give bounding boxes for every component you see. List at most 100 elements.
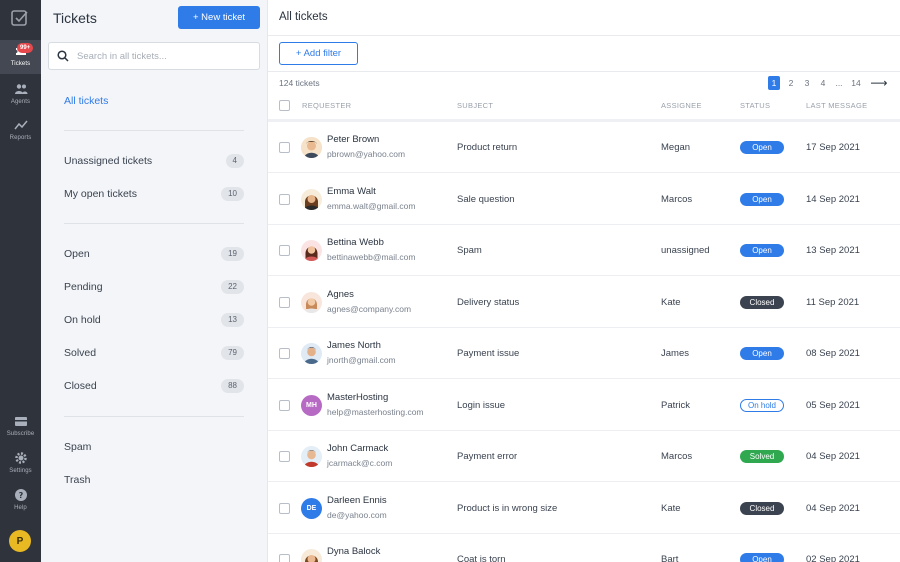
requester-email: help@masterhosting.com	[327, 407, 424, 417]
rail-item-label: Tickets	[10, 61, 31, 67]
rail-item-reports[interactable]: Reports	[0, 114, 41, 148]
search-input[interactable]	[77, 50, 247, 62]
next-page-arrow-icon[interactable]: ⟶	[869, 76, 889, 90]
last-message-date: 04 Sep 2021	[806, 503, 860, 514]
sidebar-divider	[64, 223, 244, 224]
requester-avatar	[301, 549, 322, 562]
ticket-subject: Spam	[457, 245, 482, 256]
column-header-requester[interactable]: REQUESTER	[302, 101, 351, 110]
column-header-last-message[interactable]: LAST MESSAGE	[806, 101, 867, 110]
row-checkbox[interactable]	[279, 554, 290, 562]
requester-email: jcarmack@c.com	[327, 458, 393, 468]
row-checkbox[interactable]	[279, 451, 290, 462]
column-header-assignee[interactable]: ASSIGNEE	[661, 101, 702, 110]
sidebar-item-closed[interactable]: Closed 88	[64, 377, 244, 395]
rail-item-label: Help	[14, 505, 27, 511]
table-row[interactable]: John Carmack jcarmack@c.com Payment erro…	[268, 431, 900, 482]
row-checkbox[interactable]	[279, 245, 290, 256]
sidebar-item-label: My open tickets	[64, 188, 137, 200]
table-row[interactable]: Bettina Webb bettinawebb@mail.com Spam u…	[268, 225, 900, 276]
count-badge: 13	[221, 313, 244, 327]
search-box[interactable]	[48, 42, 260, 70]
status-badge: Closed	[740, 296, 784, 309]
sidebar-item-spam[interactable]: Spam	[64, 438, 244, 456]
rail-item-agents[interactable]: Agents	[0, 78, 41, 112]
count-badge: 88	[221, 379, 244, 393]
table-row[interactable]: Emma Walt emma.walt@gmail.com Sale quest…	[268, 174, 900, 225]
sidebar-item-on-hold[interactable]: On hold 13	[64, 311, 244, 329]
row-checkbox[interactable]	[279, 348, 290, 359]
requester-name: Bettina Webb	[327, 237, 384, 248]
requester-email: de@yahoo.com	[327, 510, 387, 520]
rail-item-subscribe[interactable]: Subscribe	[0, 410, 41, 444]
sidebar-item-open[interactable]: Open 19	[64, 245, 244, 263]
new-ticket-button[interactable]: + New ticket	[178, 6, 260, 29]
ticket-count: 124 tickets	[279, 78, 320, 88]
requester-name: Emma Walt	[327, 186, 376, 197]
rail-item-label: Reports	[9, 135, 32, 141]
ticket-assignee: James	[661, 348, 689, 359]
table-row[interactable]: Agnes agnes@company.com Delivery status …	[268, 277, 900, 328]
svg-text:?: ?	[18, 491, 23, 500]
ticket-assignee: Marcos	[661, 194, 693, 205]
ticket-subject: Delivery status	[457, 297, 520, 308]
sidebar-item-pending[interactable]: Pending 22	[64, 278, 244, 296]
table-row[interactable]: DE Darleen Ennis de@yahoo.com Product is…	[268, 483, 900, 534]
page-14-button[interactable]: 14	[848, 76, 864, 90]
row-checkbox[interactable]	[279, 400, 290, 411]
page-3-button[interactable]: 3	[801, 76, 813, 90]
toolbar-divider	[268, 71, 900, 72]
sidebar-item-all-tickets[interactable]: All tickets	[64, 92, 244, 110]
sidebar-item-solved[interactable]: Solved 79	[64, 344, 244, 362]
rail-item-tickets[interactable]: Tickets 99+	[0, 40, 41, 74]
table-row[interactable]: Peter Brown pbrown@yahoo.com Product ret…	[268, 122, 900, 173]
requester-avatar	[301, 343, 322, 364]
page-1-button[interactable]: 1	[768, 76, 780, 90]
rail-item-label: Agents	[10, 99, 31, 105]
ticket-subject: Product return	[457, 142, 518, 153]
sidebar-item-label: Closed	[64, 380, 97, 392]
count-badge: 19	[221, 247, 244, 261]
requester-email: emma.walt@gmail.com	[327, 201, 416, 211]
ticket-subject: Coat is torn	[457, 554, 506, 562]
app-logo-icon[interactable]	[10, 8, 30, 28]
table-row[interactable]: James North jnorth@gmail.com Payment iss…	[268, 328, 900, 379]
ticket-subject: Payment error	[457, 451, 518, 462]
select-all-checkbox[interactable]	[279, 100, 290, 111]
sidebar-item-trash[interactable]: Trash	[64, 471, 244, 489]
page-4-button[interactable]: 4	[817, 76, 829, 90]
column-header-status[interactable]: STATUS	[740, 101, 770, 110]
requester-name: Peter Brown	[327, 134, 380, 145]
agents-icon	[14, 84, 27, 94]
sidebar-item-label: Spam	[64, 441, 92, 453]
sidebar-item-label: Trash	[64, 474, 91, 486]
ticket-assignee: Kate	[661, 297, 681, 308]
user-avatar[interactable]: P	[9, 530, 31, 552]
last-message-date: 11 Sep 2021	[806, 297, 860, 308]
add-filter-button[interactable]: + Add filter	[279, 42, 358, 65]
count-badge: 79	[221, 346, 244, 360]
requester-avatar	[301, 446, 322, 467]
table-row[interactable]: MH MasterHosting help@masterhosting.com …	[268, 380, 900, 431]
row-checkbox[interactable]	[279, 297, 290, 308]
column-header-subject[interactable]: SUBJECT	[457, 101, 493, 110]
row-checkbox[interactable]	[279, 194, 290, 205]
row-checkbox[interactable]	[279, 142, 290, 153]
sidebar-item-my-open[interactable]: My open tickets 10	[64, 185, 244, 203]
row-checkbox[interactable]	[279, 503, 290, 514]
tickets-sidebar: Tickets + New ticket All tickets Unassig…	[41, 0, 268, 562]
status-badge: Open	[740, 244, 784, 257]
ticket-subject: Login issue	[457, 400, 506, 411]
requester-name: Dyna Balock	[327, 546, 381, 557]
notification-badge: 99+	[17, 43, 34, 53]
last-message-date: 04 Sep 2021	[806, 451, 860, 462]
sidebar-item-label: Unassigned tickets	[64, 155, 153, 167]
requester-name: MasterHosting	[327, 392, 389, 403]
table-row[interactable]: Dyna Balock Coat is torn Bart Open 02 Se…	[268, 534, 900, 562]
sidebar-item-unassigned[interactable]: Unassigned tickets 4	[64, 152, 244, 170]
ticket-assignee: unassigned	[661, 245, 710, 256]
sidebar-item-label: Solved	[64, 347, 97, 359]
rail-item-settings[interactable]: Settings	[0, 447, 41, 481]
page-2-button[interactable]: 2	[785, 76, 797, 90]
rail-item-help[interactable]: ? Help	[0, 484, 41, 518]
